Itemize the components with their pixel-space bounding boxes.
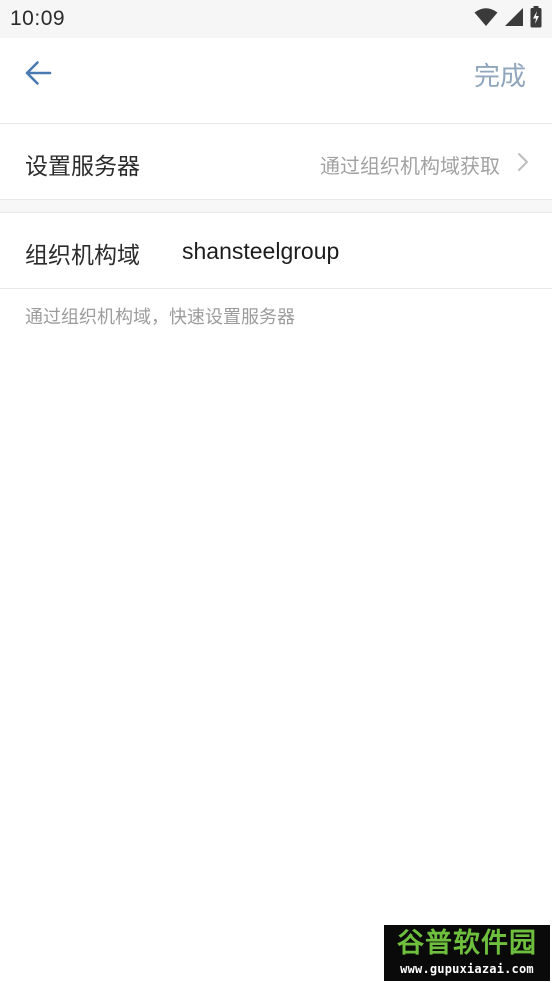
server-setting-value: 通过组织机构域获取	[320, 154, 500, 178]
server-setting-row[interactable]: 设置服务器 通过组织机构域获取	[0, 124, 552, 200]
org-domain-row: 组织机构域 shansteelgroup	[0, 213, 552, 288]
hint-text: 通过组织机构域，快速设置服务器	[25, 307, 295, 328]
watermark-url: www.gupuxiazai.com	[400, 962, 534, 976]
chevron-right-icon	[516, 152, 530, 172]
signal-icon	[504, 7, 524, 31]
battery-charging-icon	[530, 6, 542, 32]
wifi-icon	[474, 7, 498, 31]
back-button[interactable]	[18, 58, 58, 92]
settings-screen: 10:09 完成 设置服务器 通过组织机构域获取 组织机构域 shansteel…	[0, 0, 552, 983]
status-bar: 10:09	[0, 0, 552, 38]
done-button[interactable]: 完成	[474, 56, 526, 93]
arrow-left-icon	[24, 60, 52, 90]
org-domain-input[interactable]: shansteelgroup	[182, 238, 339, 265]
server-setting-label: 设置服务器	[25, 154, 140, 180]
toolbar: 完成	[0, 38, 552, 124]
org-domain-label: 组织机构域	[25, 243, 140, 269]
watermark-logo: 谷普软件园 www.gupuxiazai.com	[384, 925, 550, 981]
section-gap	[0, 200, 552, 212]
status-icons	[474, 6, 542, 32]
watermark-title: 谷普软件园	[397, 928, 537, 959]
divider	[0, 288, 552, 289]
status-time: 10:09	[10, 7, 66, 30]
